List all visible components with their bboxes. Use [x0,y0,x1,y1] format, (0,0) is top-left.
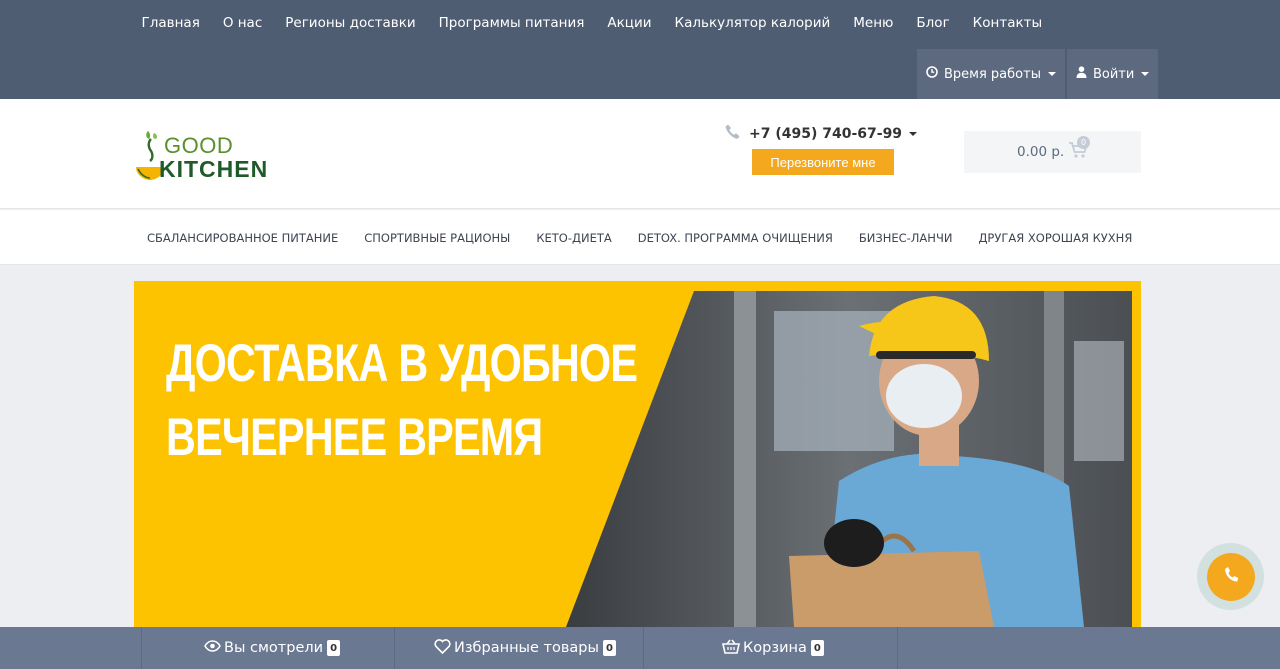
phone-dropdown[interactable]: +7 (495) 740-67-99 [724,123,918,145]
top-nav: Главная О нас Регионы доставки Программы… [130,0,1054,46]
hours-dropdown[interactable]: Время работы [917,49,1065,99]
cart-badge: 0 [1077,136,1090,149]
cat-detox[interactable]: Detox. Программа очищения [625,231,846,245]
topnav-blog[interactable]: Блог [905,15,961,31]
favorites-label: Избранные товары [454,640,599,656]
clock-icon [926,66,938,82]
topnav-contacts[interactable]: Контакты [961,15,1053,31]
topnav-about[interactable]: О нас [211,15,273,31]
cat-sport[interactable]: Спортивные рационы [351,231,523,245]
cart-count: 0 [810,640,824,656]
cart-label: Корзина [743,640,807,656]
logo-kitchen-text: KITCHEN [159,156,269,182]
chevron-down-icon [909,132,918,136]
phone-icon [1220,564,1242,590]
favorites-count: 0 [602,640,616,656]
favorites[interactable]: Избранные товары 0 [434,627,616,669]
topnav-promo[interactable]: Акции [596,15,663,31]
floating-call-button[interactable] [1197,543,1264,610]
basket-icon [722,639,740,658]
logo[interactable]: GOOD KITCHEN [134,127,284,183]
viewed-label: Вы смотрели [224,640,324,656]
topnav-home[interactable]: Главная [130,15,211,31]
top-bar: Главная О нас Регионы доставки Программы… [0,0,1280,99]
category-nav: Сбалансированное питание Спортивные раци… [0,210,1280,265]
login-label: Войти [1092,66,1135,82]
phone-number: +7 (495) 740-67-99 [749,126,903,142]
hours-label: Время работы [944,66,1041,82]
topnav-regions[interactable]: Регионы доставки [274,15,427,31]
login-dropdown[interactable]: Войти [1066,49,1159,99]
bottom-cart[interactable]: Корзина 0 [722,627,824,669]
cat-keto[interactable]: Кето-диета [523,231,624,245]
promo-banner[interactable]: ДОСТАВКА В УДОБНОЕ ВЕЧЕРНЕЕ ВРЕМЯ [134,281,1141,627]
eye-icon [204,640,221,656]
banner-title-line2: ВЕЧЕРНЕЕ ВРЕМЯ [166,408,543,467]
user-icon [1076,66,1087,82]
viewed-products[interactable]: Вы смотрели 0 [204,627,341,669]
heart-icon [434,638,451,658]
header-cart[interactable]: 0.00 р. 0 [964,131,1141,173]
cart-amount: 0.00 р. [1017,144,1065,160]
topnav-programs[interactable]: Программы питания [427,15,596,31]
viewed-count: 0 [327,640,341,656]
bottom-bar: Вы смотрели 0 Избранные товары 0 Корзина… [0,627,1280,669]
topnav-calculator[interactable]: Калькулятор калорий [663,15,842,31]
banner-title-line1: ДОСТАВКА В УДОБНОЕ [166,334,638,393]
chevron-down-icon [1141,72,1150,76]
chevron-down-icon [1047,72,1056,76]
topnav-menu[interactable]: Меню [842,15,905,31]
callback-button[interactable]: Перезвоните мне [752,149,894,175]
cat-business-lunch[interactable]: Бизнес-ланчи [846,231,966,245]
site-header: GOOD KITCHEN +7 (495) 740-67-99 Перезвон… [0,99,1280,209]
cat-balanced[interactable]: Сбалансированное питание [134,231,351,245]
phone-icon [724,123,742,145]
cat-other[interactable]: Другая хорошая кухня [965,231,1145,245]
